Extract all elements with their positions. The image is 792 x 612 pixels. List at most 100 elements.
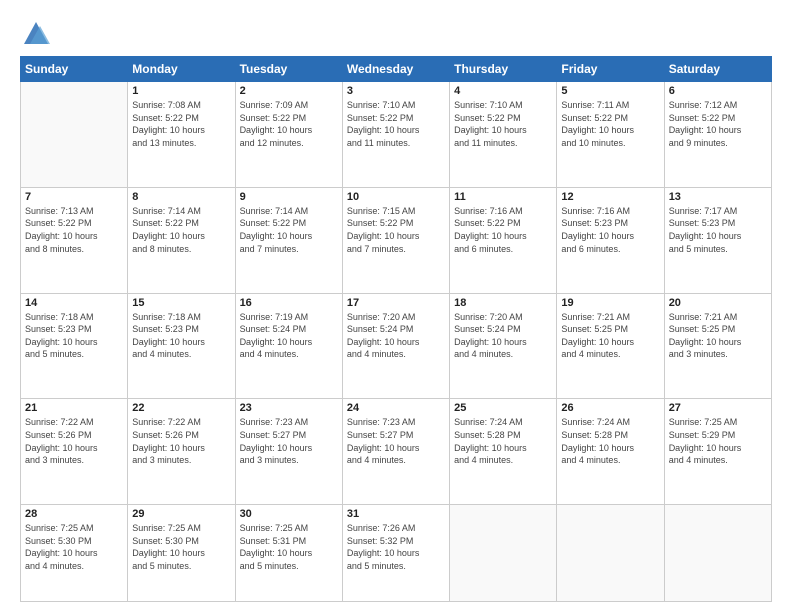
day-info: Sunrise: 7:23 AM Sunset: 5:27 PM Dayligh…: [347, 416, 445, 466]
day-info: Sunrise: 7:19 AM Sunset: 5:24 PM Dayligh…: [240, 311, 338, 361]
day-info: Sunrise: 7:24 AM Sunset: 5:28 PM Dayligh…: [561, 416, 659, 466]
calendar-cell: 18 Sunrise: 7:20 AM Sunset: 5:24 PM Dayli…: [450, 293, 557, 399]
day-number: 22: [132, 402, 230, 414]
day-number: 20: [669, 297, 767, 309]
calendar-cell: 6 Sunrise: 7:12 AM Sunset: 5:22 PM Daylig…: [664, 82, 771, 188]
day-number: 3: [347, 85, 445, 97]
day-number: 2: [240, 85, 338, 97]
page: SundayMondayTuesdayWednesdayThursdayFrid…: [0, 0, 792, 612]
calendar-header-saturday: Saturday: [664, 57, 771, 82]
calendar: SundayMondayTuesdayWednesdayThursdayFrid…: [20, 56, 772, 602]
calendar-cell: 20 Sunrise: 7:21 AM Sunset: 5:25 PM Dayli…: [664, 293, 771, 399]
day-info: Sunrise: 7:15 AM Sunset: 5:22 PM Dayligh…: [347, 205, 445, 255]
day-number: 27: [669, 402, 767, 414]
day-info: Sunrise: 7:25 AM Sunset: 5:30 PM Dayligh…: [25, 522, 123, 572]
day-number: 6: [669, 85, 767, 97]
day-number: 26: [561, 402, 659, 414]
calendar-header-wednesday: Wednesday: [342, 57, 449, 82]
day-number: 8: [132, 191, 230, 203]
day-info: Sunrise: 7:20 AM Sunset: 5:24 PM Dayligh…: [454, 311, 552, 361]
day-info: Sunrise: 7:17 AM Sunset: 5:23 PM Dayligh…: [669, 205, 767, 255]
calendar-cell: 11 Sunrise: 7:16 AM Sunset: 5:22 PM Dayli…: [450, 187, 557, 293]
calendar-cell: 12 Sunrise: 7:16 AM Sunset: 5:23 PM Dayli…: [557, 187, 664, 293]
day-number: 21: [25, 402, 123, 414]
day-number: 23: [240, 402, 338, 414]
calendar-cell: 16 Sunrise: 7:19 AM Sunset: 5:24 PM Dayli…: [235, 293, 342, 399]
calendar-week-1: 1Sunrise: 7:08 AM Sunset: 5:22 PM Daylig…: [21, 82, 772, 188]
day-number: 11: [454, 191, 552, 203]
day-info: Sunrise: 7:09 AM Sunset: 5:22 PM Dayligh…: [240, 99, 338, 149]
day-info: Sunrise: 7:14 AM Sunset: 5:22 PM Dayligh…: [132, 205, 230, 255]
calendar-cell: 25 Sunrise: 7:24 AM Sunset: 5:28 PM Dayli…: [450, 399, 557, 505]
calendar-cell: 15 Sunrise: 7:18 AM Sunset: 5:23 PM Dayli…: [128, 293, 235, 399]
calendar-header-monday: Monday: [128, 57, 235, 82]
day-info: Sunrise: 7:13 AM Sunset: 5:22 PM Dayligh…: [25, 205, 123, 255]
day-info: Sunrise: 7:20 AM Sunset: 5:24 PM Dayligh…: [347, 311, 445, 361]
calendar-cell: 4 Sunrise: 7:10 AM Sunset: 5:22 PM Daylig…: [450, 82, 557, 188]
day-info: Sunrise: 7:23 AM Sunset: 5:27 PM Dayligh…: [240, 416, 338, 466]
day-number: 18: [454, 297, 552, 309]
day-number: 12: [561, 191, 659, 203]
day-info: Sunrise: 7:16 AM Sunset: 5:23 PM Dayligh…: [561, 205, 659, 255]
day-info: Sunrise: 7:21 AM Sunset: 5:25 PM Dayligh…: [669, 311, 767, 361]
day-info: Sunrise: 7:22 AM Sunset: 5:26 PM Dayligh…: [132, 416, 230, 466]
calendar-week-3: 14 Sunrise: 7:18 AM Sunset: 5:23 PM Dayli…: [21, 293, 772, 399]
day-number: 13: [669, 191, 767, 203]
day-number: 15: [132, 297, 230, 309]
day-info: Sunrise: 7:16 AM Sunset: 5:22 PM Dayligh…: [454, 205, 552, 255]
calendar-cell: 9 Sunrise: 7:14 AM Sunset: 5:22 PM Daylig…: [235, 187, 342, 293]
calendar-cell: 31Sunrise: 7:26 AM Sunset: 5:32 PM Dayli…: [342, 505, 449, 602]
day-number: 28: [25, 508, 123, 520]
calendar-cell: [450, 505, 557, 602]
calendar-cell: [557, 505, 664, 602]
day-number: 24: [347, 402, 445, 414]
calendar-cell: 3 Sunrise: 7:10 AM Sunset: 5:22 PM Daylig…: [342, 82, 449, 188]
day-info: Sunrise: 7:25 AM Sunset: 5:29 PM Dayligh…: [669, 416, 767, 466]
calendar-cell: 30Sunrise: 7:25 AM Sunset: 5:31 PM Dayli…: [235, 505, 342, 602]
logo-icon: [22, 20, 50, 48]
day-number: 16: [240, 297, 338, 309]
calendar-cell: 29Sunrise: 7:25 AM Sunset: 5:30 PM Dayli…: [128, 505, 235, 602]
calendar-cell: 17 Sunrise: 7:20 AM Sunset: 5:24 PM Dayli…: [342, 293, 449, 399]
calendar-cell: 24 Sunrise: 7:23 AM Sunset: 5:27 PM Dayli…: [342, 399, 449, 505]
day-number: 29: [132, 508, 230, 520]
day-info: Sunrise: 7:12 AM Sunset: 5:22 PM Dayligh…: [669, 99, 767, 149]
calendar-cell: 26 Sunrise: 7:24 AM Sunset: 5:28 PM Dayli…: [557, 399, 664, 505]
header: [20, 16, 772, 48]
calendar-cell: 7Sunrise: 7:13 AM Sunset: 5:22 PM Daylig…: [21, 187, 128, 293]
calendar-header-friday: Friday: [557, 57, 664, 82]
day-info: Sunrise: 7:18 AM Sunset: 5:23 PM Dayligh…: [25, 311, 123, 361]
calendar-week-4: 21 Sunrise: 7:22 AM Sunset: 5:26 PM Dayli…: [21, 399, 772, 505]
logo: [20, 20, 50, 48]
day-number: 5: [561, 85, 659, 97]
day-number: 31: [347, 508, 445, 520]
calendar-cell: 14 Sunrise: 7:18 AM Sunset: 5:23 PM Dayli…: [21, 293, 128, 399]
calendar-cell: 27 Sunrise: 7:25 AM Sunset: 5:29 PM Dayli…: [664, 399, 771, 505]
day-info: Sunrise: 7:11 AM Sunset: 5:22 PM Dayligh…: [561, 99, 659, 149]
day-info: Sunrise: 7:22 AM Sunset: 5:26 PM Dayligh…: [25, 416, 123, 466]
day-number: 19: [561, 297, 659, 309]
day-number: 30: [240, 508, 338, 520]
calendar-cell: 2 Sunrise: 7:09 AM Sunset: 5:22 PM Daylig…: [235, 82, 342, 188]
day-number: 1: [132, 85, 230, 97]
calendar-cell: [21, 82, 128, 188]
day-info: Sunrise: 7:21 AM Sunset: 5:25 PM Dayligh…: [561, 311, 659, 361]
day-info: Sunrise: 7:10 AM Sunset: 5:22 PM Dayligh…: [454, 99, 552, 149]
day-number: 25: [454, 402, 552, 414]
calendar-cell: 22 Sunrise: 7:22 AM Sunset: 5:26 PM Dayli…: [128, 399, 235, 505]
calendar-week-5: 28 Sunrise: 7:25 AM Sunset: 5:30 PM Dayli…: [21, 505, 772, 602]
calendar-cell: 1Sunrise: 7:08 AM Sunset: 5:22 PM Daylig…: [128, 82, 235, 188]
calendar-cell: 8 Sunrise: 7:14 AM Sunset: 5:22 PM Daylig…: [128, 187, 235, 293]
calendar-header-tuesday: Tuesday: [235, 57, 342, 82]
day-info: Sunrise: 7:14 AM Sunset: 5:22 PM Dayligh…: [240, 205, 338, 255]
calendar-header-sunday: Sunday: [21, 57, 128, 82]
calendar-cell: 28 Sunrise: 7:25 AM Sunset: 5:30 PM Dayli…: [21, 505, 128, 602]
day-info: Sunrise: 7:24 AM Sunset: 5:28 PM Dayligh…: [454, 416, 552, 466]
day-number: 14: [25, 297, 123, 309]
day-number: 9: [240, 191, 338, 203]
calendar-cell: 10Sunrise: 7:15 AM Sunset: 5:22 PM Dayli…: [342, 187, 449, 293]
day-number: 17: [347, 297, 445, 309]
day-info: Sunrise: 7:10 AM Sunset: 5:22 PM Dayligh…: [347, 99, 445, 149]
day-info: Sunrise: 7:18 AM Sunset: 5:23 PM Dayligh…: [132, 311, 230, 361]
day-number: 4: [454, 85, 552, 97]
